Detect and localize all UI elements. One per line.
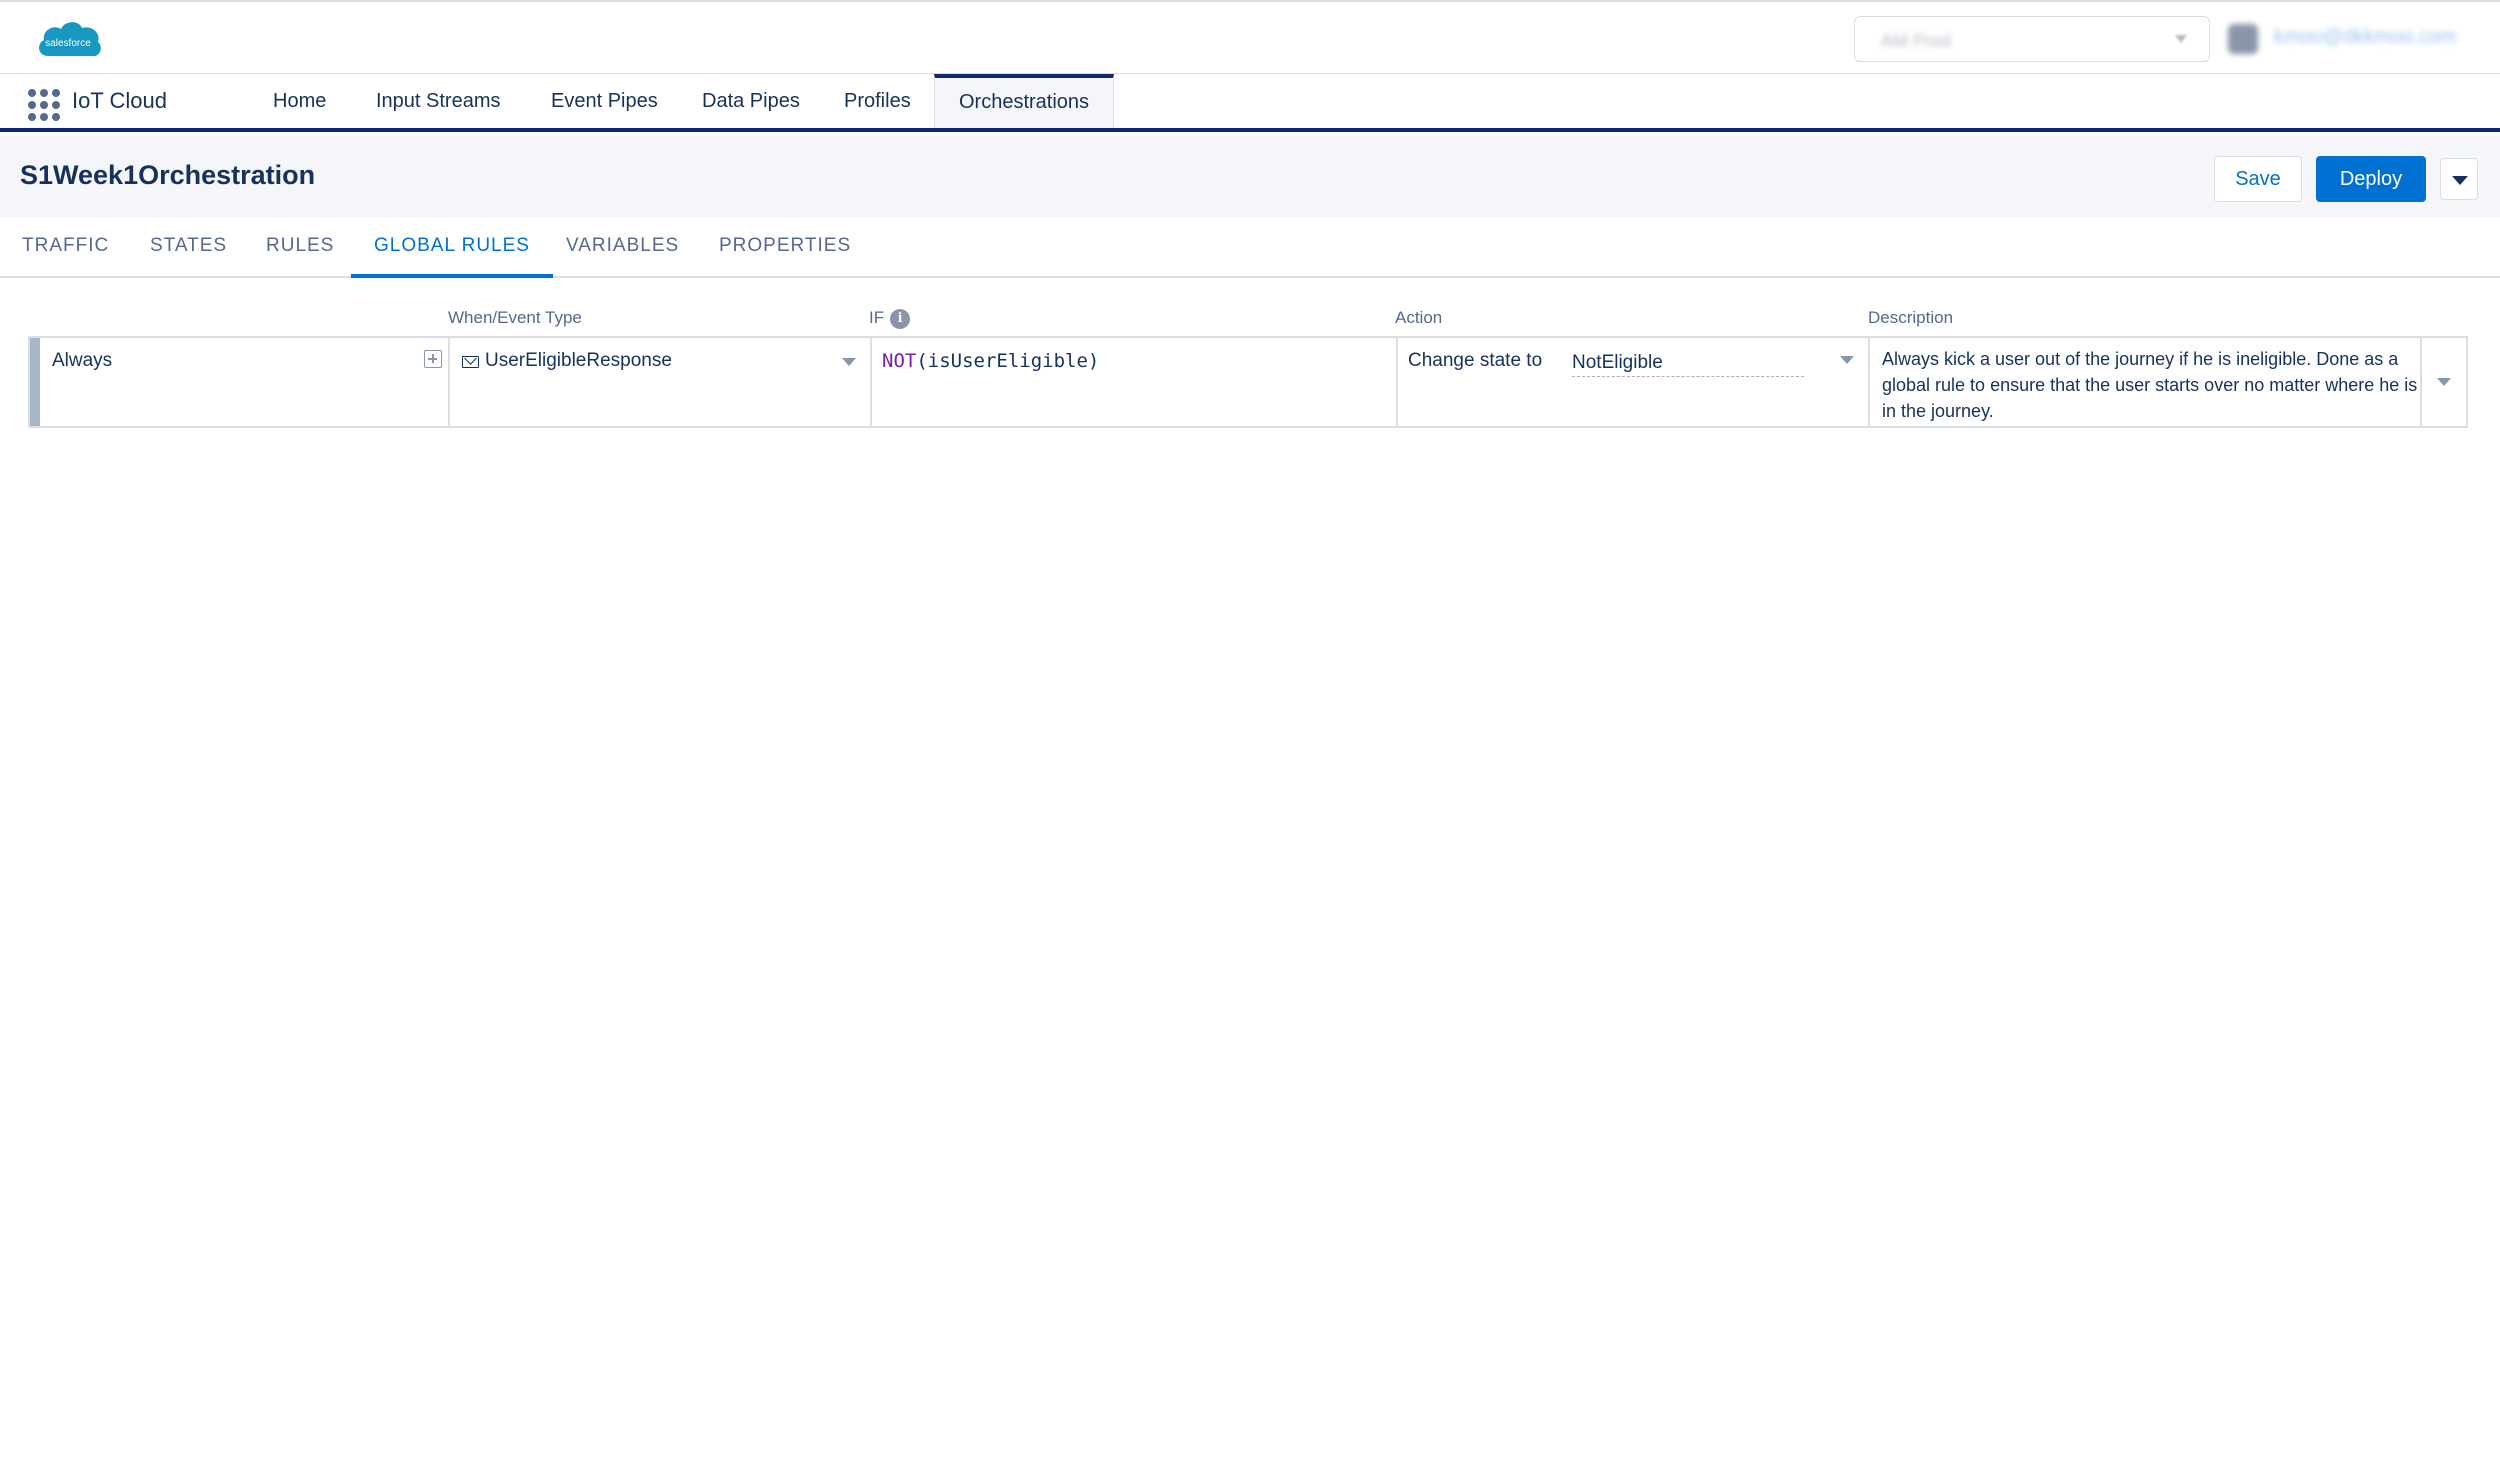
chevron-down-icon[interactable] (842, 358, 856, 366)
event-type-select-value[interactable]: UserEligibleResponse (485, 350, 672, 372)
row-actions-chevron-down-icon[interactable] (2437, 378, 2451, 386)
action-state-select-value[interactable]: NotEligible (1572, 352, 1804, 377)
expand-icon[interactable] (424, 350, 442, 368)
user-email-link[interactable]: kmoo@dkkmoo.com (2274, 26, 2457, 49)
global-header: salesforce AM Prod kmoo@dkkmoo.com (0, 0, 2500, 74)
envelope-icon (462, 356, 479, 368)
org-switcher-select[interactable]: AM Prod (1854, 16, 2210, 62)
nav-item-home[interactable]: Home (273, 74, 326, 128)
deploy-button[interactable]: Deploy (2316, 156, 2426, 202)
nav-item-input-streams[interactable]: Input Streams (376, 74, 501, 128)
condition-function: NOT (882, 350, 917, 372)
more-actions-button[interactable] (2440, 158, 2478, 200)
salesforce-logo[interactable]: salesforce (34, 16, 104, 64)
chevron-down-icon[interactable] (1840, 356, 1854, 364)
nav-item-event-pipes[interactable]: Event Pipes (551, 74, 658, 128)
tab-properties[interactable]: PROPERTIES (719, 218, 851, 278)
save-button[interactable]: Save (2214, 156, 2302, 202)
app-name: IoT Cloud (72, 88, 167, 113)
page-header: S1Week1Orchestration Save Deploy (0, 136, 2500, 218)
tab-variables[interactable]: VARIABLES (566, 218, 679, 278)
column-divider (448, 338, 450, 426)
tab-global-rules[interactable]: GLOBAL RULES (351, 218, 553, 278)
app-navigation-bar: IoT Cloud Home Input Streams Event Pipes… (0, 74, 2500, 132)
column-divider (2420, 338, 2422, 426)
nav-item-profiles[interactable]: Profiles (844, 74, 911, 128)
column-header-if: IF i (869, 308, 911, 329)
app-launcher-icon[interactable] (28, 89, 60, 121)
chevron-down-icon (2452, 176, 2468, 185)
orchestration-tabs: TRAFFIC STATES RULES GLOBAL RULES VARIAB… (0, 218, 2500, 278)
column-header-action: Action (1395, 308, 1443, 327)
condition-argument: (isUserEligible) (916, 350, 1100, 372)
page-title: S1Week1Orchestration (20, 160, 316, 190)
chevron-down-icon (2175, 35, 2187, 43)
global-rule-row: Always UserEligibleResponse NOT(isUserEl… (28, 336, 2468, 428)
salesforce-logo-text: salesforce (45, 38, 91, 49)
rule-scope-label: Always (52, 350, 113, 371)
column-header-if-label: IF (869, 308, 885, 327)
column-divider (1396, 338, 1398, 426)
nav-item-data-pipes[interactable]: Data Pipes (702, 74, 800, 128)
info-icon[interactable]: i (890, 308, 911, 329)
column-divider (870, 338, 872, 426)
rule-description-text[interactable]: Always kick a user out of the journey if… (1882, 346, 2422, 424)
column-header-description: Description (1868, 308, 1954, 327)
tab-rules[interactable]: RULES (266, 218, 334, 278)
column-divider (1868, 338, 1870, 426)
tab-states[interactable]: STATES (150, 218, 227, 278)
if-condition-editor[interactable]: NOT(isUserEligible) (882, 350, 1099, 372)
action-prefix-label: Change state to (1408, 350, 1543, 371)
row-drag-handle[interactable] (30, 338, 40, 426)
user-avatar-icon[interactable] (2228, 24, 2258, 54)
column-header-when-event-type: When/Event Type (448, 308, 582, 327)
org-switcher-value: AM Prod (1881, 31, 1952, 51)
tab-traffic[interactable]: TRAFFIC (22, 218, 109, 278)
nav-item-orchestrations[interactable]: Orchestrations (934, 74, 1115, 128)
